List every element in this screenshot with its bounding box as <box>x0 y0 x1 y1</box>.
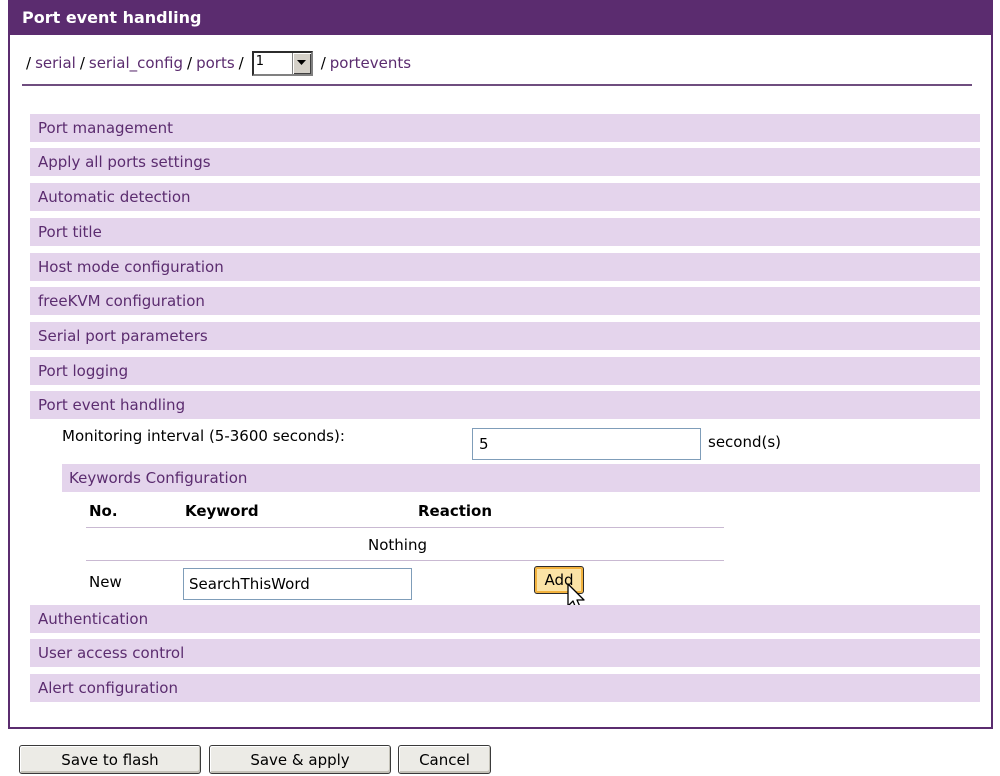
save-to-flash-button[interactable]: Save to flash <box>19 745 201 774</box>
section-freekvm[interactable]: freeKVM configuration <box>30 287 980 315</box>
save-and-apply-button[interactable]: Save & apply <box>209 745 391 774</box>
section-apply-all-ports[interactable]: Apply all ports settings <box>30 148 980 176</box>
panel-title: Port event handling <box>10 0 991 35</box>
section-serial-port-parameters[interactable]: Serial port parameters <box>30 322 980 350</box>
column-header-no: No. <box>89 502 118 520</box>
section-port-logging[interactable]: Port logging <box>30 357 980 385</box>
port-number-select[interactable]: 1 <box>251 50 313 76</box>
cancel-button[interactable]: Cancel <box>398 745 491 774</box>
breadcrumb-serial[interactable]: serial <box>35 54 76 72</box>
breadcrumb-portevents[interactable]: portevents <box>330 54 411 72</box>
monitoring-interval-input[interactable] <box>472 428 701 460</box>
monitoring-unit-label: second(s) <box>708 433 782 451</box>
new-keyword-input[interactable] <box>183 568 412 600</box>
table-header-rule <box>86 527 724 528</box>
keywords-configuration-header[interactable]: Keywords Configuration <box>62 464 980 492</box>
monitoring-interval-label: Monitoring interval (5-3600 seconds): <box>62 427 345 445</box>
new-keyword-label: New <box>89 573 122 591</box>
chevron-down-icon[interactable] <box>291 52 311 74</box>
breadcrumb-ports[interactable]: ports <box>196 54 235 72</box>
column-header-reaction: Reaction <box>418 502 493 520</box>
breadcrumb-separator: / <box>238 54 244 72</box>
breadcrumb-divider <box>22 84 972 86</box>
section-user-access-control[interactable]: User access control <box>30 639 980 667</box>
column-header-keyword: Keyword <box>185 502 259 520</box>
breadcrumb-separator: / <box>187 54 193 72</box>
empty-table-text: Nothing <box>368 536 427 554</box>
breadcrumb-serial-config[interactable]: serial_config <box>89 54 183 72</box>
section-alert-configuration[interactable]: Alert configuration <box>30 674 980 702</box>
section-host-mode[interactable]: Host mode configuration <box>30 253 980 281</box>
breadcrumb-separator: / <box>26 54 32 72</box>
section-authentication[interactable]: Authentication <box>30 605 980 633</box>
section-port-management[interactable]: Port management <box>30 114 980 142</box>
section-port-title[interactable]: Port title <box>30 218 980 246</box>
section-automatic-detection[interactable]: Automatic detection <box>30 183 980 211</box>
breadcrumb-separator: / <box>79 54 85 72</box>
section-port-event-handling[interactable]: Port event handling <box>30 391 980 419</box>
table-body-rule <box>86 560 724 561</box>
breadcrumb-separator: / <box>320 54 326 72</box>
port-number-value: 1 <box>255 53 264 69</box>
breadcrumb: / serial / serial_config / ports / 1 / p… <box>22 48 411 78</box>
